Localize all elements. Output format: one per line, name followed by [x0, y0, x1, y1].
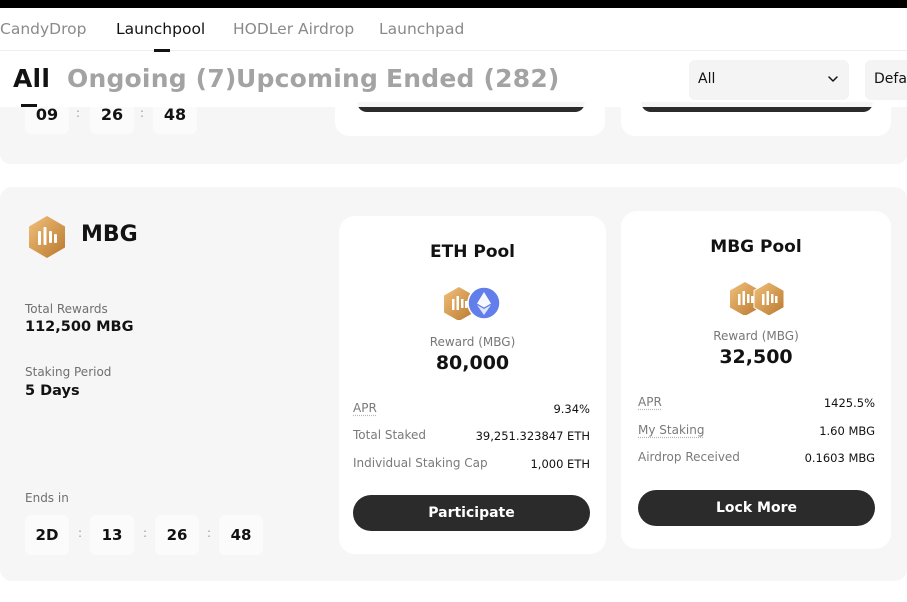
product-nav: CandyDrop Launchpool HODLer Airdrop Laun…	[0, 8, 907, 51]
countdown-days: 2D	[25, 515, 69, 555]
my-staking-value: 1.60 MBG	[819, 424, 875, 438]
apr-label[interactable]: APR	[638, 395, 662, 409]
status-filter-value: All	[698, 71, 715, 87]
countdown-seconds: 48	[219, 515, 263, 555]
total-staked-label: Total Staked	[353, 428, 426, 442]
nav-item-candydrop[interactable]: CandyDrop	[0, 20, 86, 38]
airdrop-received-value: 0.1603 MBG	[805, 451, 875, 465]
tab-ongoing[interactable]: Ongoing (7)	[67, 64, 237, 93]
staking-cap-label: Individual Staking Cap	[353, 456, 488, 470]
pool-reward-value: 32,500	[621, 346, 891, 368]
nav-item-hodler-airdrop[interactable]: HODLer Airdrop	[233, 20, 354, 38]
tab-all[interactable]: All	[13, 64, 50, 93]
tab-upcoming[interactable]: Upcoming	[236, 64, 378, 93]
pool-title: ETH Pool	[339, 242, 606, 262]
staking-period-value: 5 Days	[25, 383, 80, 399]
participate-button[interactable]: Participate	[353, 495, 590, 531]
mbg-logo-icon	[25, 215, 69, 259]
mbg-coin-icon	[754, 282, 784, 315]
filter-bar: All Ongoing (7) Upcoming Ended (282) All…	[0, 52, 907, 107]
pool-card-mbg: MBG Pool Reward (MBG) 32,500 APR 1425.5%…	[621, 211, 891, 549]
countdown-hours: 13	[90, 515, 134, 555]
pool-reward-label: Reward (MBG)	[621, 329, 891, 343]
eth-coin-icon	[468, 287, 500, 319]
sort-select-value: Defa	[874, 71, 907, 87]
pool-title: MBG Pool	[621, 237, 891, 257]
pool-reward-value: 80,000	[339, 352, 606, 374]
airdrop-received-label: Airdrop Received	[638, 450, 740, 464]
countdown-separator: :	[140, 106, 144, 120]
apr-value: 1425.5%	[824, 396, 875, 410]
pool-reward-label: Reward (MBG)	[339, 335, 606, 349]
chevron-down-icon	[826, 72, 840, 86]
pool-card-eth: ETH Pool Reward (MBG) 80,000 APR 9.34% T…	[339, 216, 606, 554]
apr-value: 9.34%	[553, 402, 590, 416]
staking-cap-value: 1,000 ETH	[530, 457, 590, 471]
ends-in-label: Ends in	[25, 491, 69, 505]
pool-token-icons	[728, 281, 786, 315]
total-staked-value: 39,251.323847 ETH	[476, 429, 590, 443]
staking-period-label: Staking Period	[25, 365, 111, 379]
nav-item-launchpad[interactable]: Launchpad	[379, 20, 464, 38]
total-rewards-value: 112,500 MBG	[25, 319, 133, 335]
sort-select[interactable]: Defa	[865, 60, 907, 100]
total-rewards-label: Total Rewards	[25, 302, 108, 316]
tab-active-indicator	[21, 104, 37, 107]
countdown-separator: :	[207, 526, 211, 540]
countdown-separator: :	[76, 106, 80, 120]
token-name: MBG	[81, 222, 138, 247]
status-filter-select[interactable]: All	[689, 60, 849, 100]
apr-label[interactable]: APR	[353, 401, 377, 415]
nav-item-launchpool[interactable]: Launchpool	[116, 20, 205, 38]
my-staking-label[interactable]: My Staking	[638, 423, 704, 437]
countdown-separator: :	[143, 526, 147, 540]
pool-token-icons	[442, 286, 504, 320]
tab-ended[interactable]: Ended (282)	[386, 64, 560, 93]
window-top-bar	[0, 0, 907, 8]
lock-more-button[interactable]: Lock More	[638, 490, 875, 526]
countdown-minutes: 26	[155, 515, 199, 555]
countdown-separator: :	[78, 526, 82, 540]
